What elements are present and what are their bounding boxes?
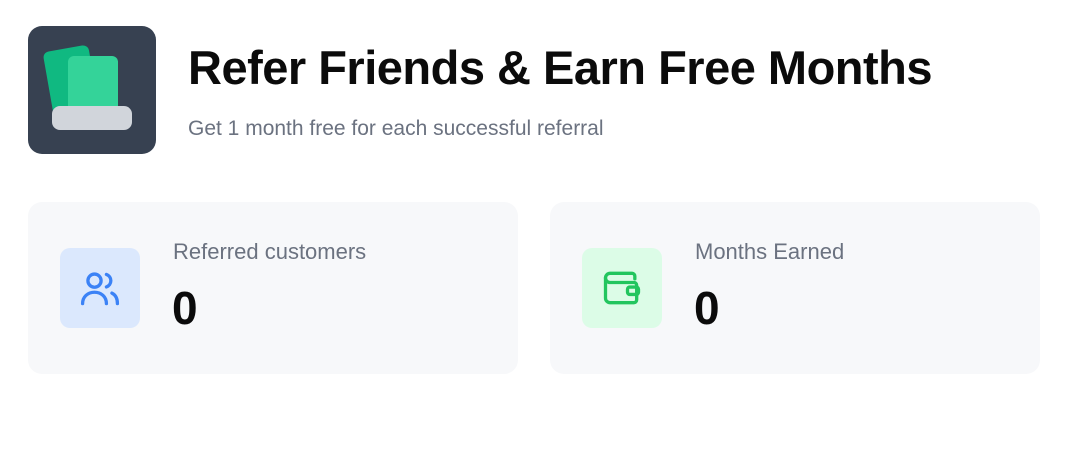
page-title: Refer Friends & Earn Free Months bbox=[188, 41, 933, 94]
referred-customers-label: Referred customers bbox=[173, 239, 367, 264]
months-earned-value: 0 bbox=[694, 282, 720, 334]
months-earned-card: Months Earned 0 bbox=[550, 202, 1040, 374]
months-earned-label: Months Earned bbox=[695, 239, 845, 264]
page-header: Refer Friends & Earn Free Months Get 1 m… bbox=[28, 26, 933, 154]
wallet-icon bbox=[582, 248, 662, 328]
referred-customers-value: 0 bbox=[172, 282, 198, 334]
referral-cards-icon bbox=[28, 26, 156, 154]
stats-cards: Referred customers 0 Months Earned 0 bbox=[28, 202, 1040, 374]
referred-customers-card: Referred customers 0 bbox=[28, 202, 518, 374]
page-subtitle: Get 1 month free for each successful ref… bbox=[188, 117, 604, 140]
users-icon bbox=[60, 248, 140, 328]
